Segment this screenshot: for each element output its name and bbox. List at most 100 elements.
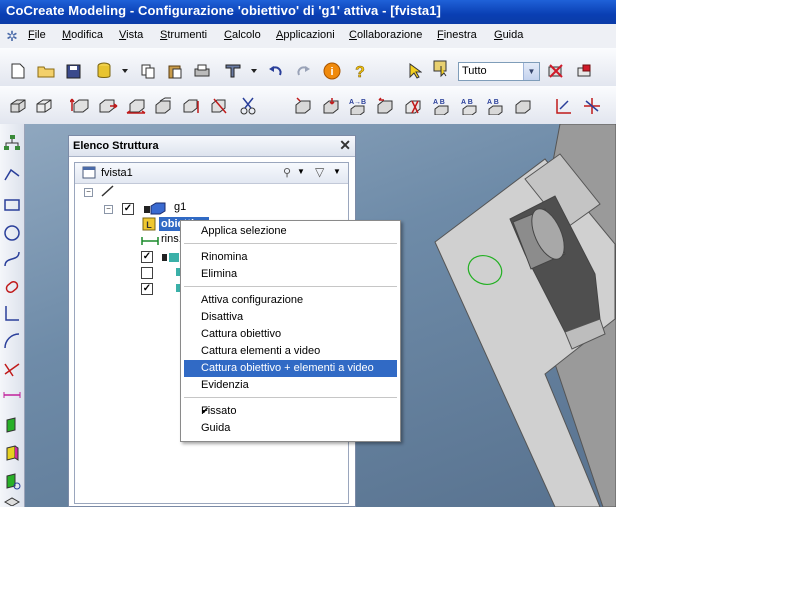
structure-icon[interactable] [3,134,21,152]
g1-checkbox[interactable]: ✓ [122,203,134,215]
taper-icon[interactable] [154,96,174,116]
replace-part-icon[interactable] [376,96,396,116]
part-1-icon [161,251,181,266]
line-corner-icon[interactable] [3,304,21,322]
window-title: CoCreate Modeling - Configurazione 'obie… [6,3,441,18]
menu-item-disattiva[interactable]: Disattiva [184,309,397,326]
search-dropdown-icon[interactable]: ▼ [297,167,305,176]
cube-icon[interactable] [514,96,534,116]
tree-view-name: fvista1 [101,167,133,179]
slot-icon[interactable] [3,278,21,296]
open-folder-icon[interactable] [36,61,56,81]
undo-icon[interactable] [266,61,286,81]
collapse-root-icon[interactable]: − [84,188,93,197]
section-icon[interactable] [210,96,230,116]
view-icon [82,166,96,182]
filter-combo-arrow-icon[interactable]: ▼ [523,63,539,80]
ab-merge-icon[interactable]: A B [486,96,506,116]
save-icon[interactable] [63,61,83,81]
print-icon[interactable] [192,61,212,81]
deselect-icon[interactable] [546,61,566,81]
face-color-icon[interactable] [3,444,21,462]
menu-file[interactable]: File [28,29,46,41]
menu-collaborazione[interactable]: Collaborazione [349,29,422,41]
box-outline-icon[interactable] [34,96,54,116]
workplane-axis-icon[interactable] [554,96,574,116]
menu-separator [184,243,397,244]
tools-dropdown-icon[interactable] [244,61,264,81]
child-2-checkbox[interactable] [141,267,153,279]
move-face-icon[interactable] [98,96,118,116]
close-icon[interactable]: ✕ [339,137,351,153]
info-icon[interactable]: i [322,61,342,81]
select-arrow-icon[interactable] [405,61,425,81]
menu-separator-3 [184,397,397,398]
filter-icon[interactable]: ▽ [315,165,324,179]
menu-item-cattura-obiettivo-elementi[interactable]: Cattura obiettivo + elementi a video [184,360,397,377]
menu-guida[interactable]: Guida [494,29,523,41]
filter-dropdown-icon[interactable]: ▼ [333,167,341,176]
menu-item-fissato[interactable]: ✔ Fissato [184,403,397,420]
geometry-toolbar [0,124,25,507]
help-icon[interactable]: ? [350,61,370,81]
rectangle-icon[interactable] [3,196,21,214]
offset-icon[interactable] [126,96,146,116]
face-green-icon[interactable] [3,416,21,434]
menu-finestra[interactable]: Finestra [437,29,477,41]
copy-icon[interactable] [138,61,158,81]
database-icon[interactable] [94,61,114,81]
collapse-g1-icon[interactable]: − [104,205,113,214]
menu-modifica[interactable]: Modifica [62,29,103,41]
menu-bar: ✲ File Modifica Vista Strumenti Calcolo … [0,24,616,48]
select-part-icon[interactable] [431,58,451,78]
menu-item-elimina[interactable]: Elimina [184,266,397,283]
ab-replace-icon[interactable]: A→B [348,96,368,116]
menu-item-applica-selezione[interactable]: Applica selezione [184,223,397,240]
menu-vista[interactable]: Vista [119,29,143,41]
redo-icon[interactable] [293,61,313,81]
paste-icon[interactable] [165,61,185,81]
svg-text:A B: A B [487,99,499,106]
menu-item-guida[interactable]: Guida [184,420,397,437]
tools-icon[interactable] [223,61,243,81]
menu-calcolo[interactable]: Calcolo [224,29,261,41]
ab-assembly-icon[interactable]: A B [432,96,452,116]
child-3-checkbox[interactable]: ✓ [141,283,153,295]
app-gear-icon[interactable]: ✲ [4,28,20,44]
menu-applicazioni[interactable]: Applicazioni [276,29,335,41]
menu-strumenti[interactable]: Strumenti [160,29,207,41]
title-bar: CoCreate Modeling - Configurazione 'obie… [0,0,616,24]
more-tools-icon[interactable] [3,496,21,507]
box-solid-icon[interactable] [8,96,28,116]
menu-item-evidenzia[interactable]: Evidenzia [184,377,397,394]
clear-selection-icon[interactable] [574,61,594,81]
child-1-checkbox[interactable]: ✓ [141,251,153,263]
binoculars-icon[interactable]: ⚲ [283,166,291,179]
mirror-part-icon[interactable] [404,96,424,116]
split-icon[interactable] [182,96,202,116]
dropdown-arrow-icon[interactable] [115,61,135,81]
circle-icon[interactable] [3,224,21,242]
extrude-icon[interactable] [70,96,90,116]
add-part-icon[interactable] [294,96,314,116]
filter-combo[interactable]: Tutto ▼ [458,62,540,81]
copy-part-icon[interactable] [322,96,342,116]
spline-icon[interactable] [3,250,21,268]
polyline-icon[interactable] [3,166,21,184]
menu-item-rinomina[interactable]: Rinomina [184,249,397,266]
face-offset-icon[interactable] [3,472,21,490]
cut-icon[interactable] [238,96,258,116]
tree-header: fvista1 ⚲ ▼ ▽ ▼ [75,163,348,184]
trim-icon[interactable] [3,360,21,378]
ab-compare-icon[interactable]: A B [460,96,480,116]
menu-item-attiva-configurazione[interactable]: Attiva configurazione [184,292,397,309]
new-file-icon[interactable] [8,61,28,81]
panel-header: Elenco Struttura ✕ [69,136,355,157]
menu-item-cattura-obiettivo[interactable]: Cattura obiettivo [184,326,397,343]
panel-title: Elenco Struttura [73,140,159,152]
arc-icon[interactable] [3,332,21,350]
workplane-set-icon[interactable] [582,96,602,116]
dimension-icon[interactable] [3,386,21,404]
tree-item-g1[interactable]: g1 [174,201,186,217]
menu-item-cattura-elementi[interactable]: Cattura elementi a video [184,343,397,360]
